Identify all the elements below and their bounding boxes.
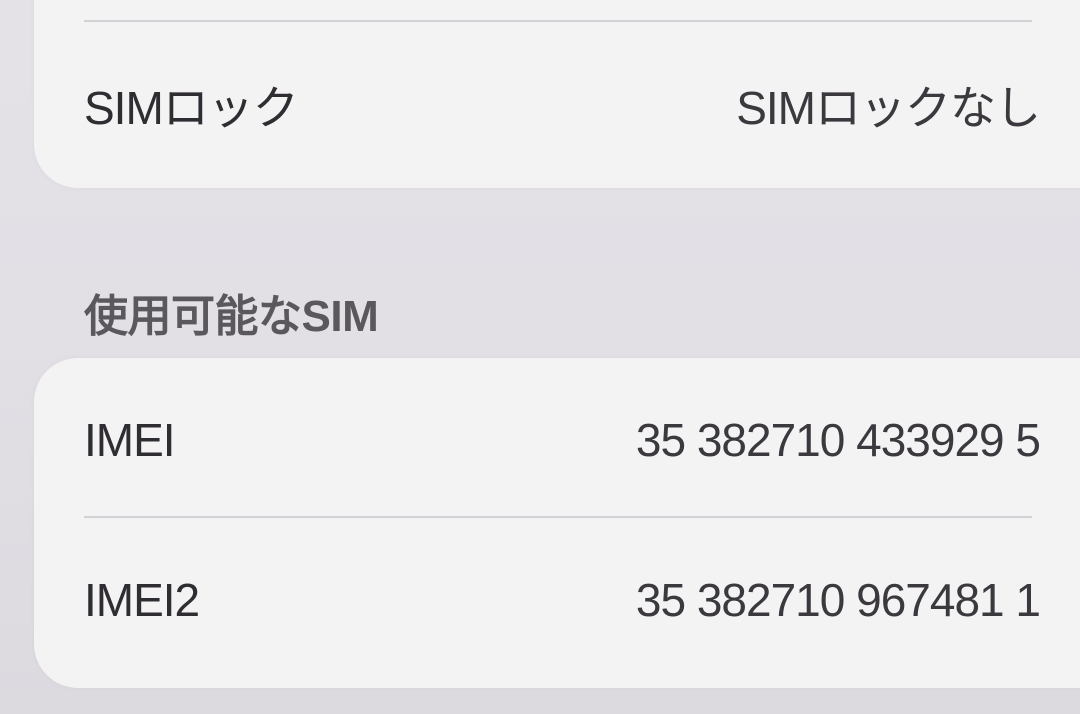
imei2-row[interactable]: IMEI2 35 382710 967481 1 bbox=[34, 540, 1080, 660]
sim-lock-value: SIMロックなし bbox=[736, 82, 1041, 134]
imei-row[interactable]: IMEI 35 382710 433929 5 bbox=[34, 380, 1080, 500]
imei2-value: 35 382710 967481 1 bbox=[635, 574, 1041, 626]
sim-lock-label: SIMロック bbox=[84, 82, 299, 134]
row-separator bbox=[84, 516, 1032, 518]
imei2-label: IMEI2 bbox=[84, 574, 200, 626]
sim-lock-group: SIMロック SIMロックなし bbox=[34, 0, 1080, 188]
sim-lock-row[interactable]: SIMロック SIMロックなし bbox=[34, 45, 1080, 165]
available-sim-group: IMEI 35 382710 433929 5 IMEI2 35 382710 … bbox=[34, 358, 1080, 688]
row-separator bbox=[84, 20, 1032, 22]
imei-value: 35 382710 433929 5 bbox=[635, 414, 1041, 466]
imei-label: IMEI bbox=[84, 414, 176, 466]
section-header-available-sim: 使用可能なSIM bbox=[84, 292, 379, 341]
